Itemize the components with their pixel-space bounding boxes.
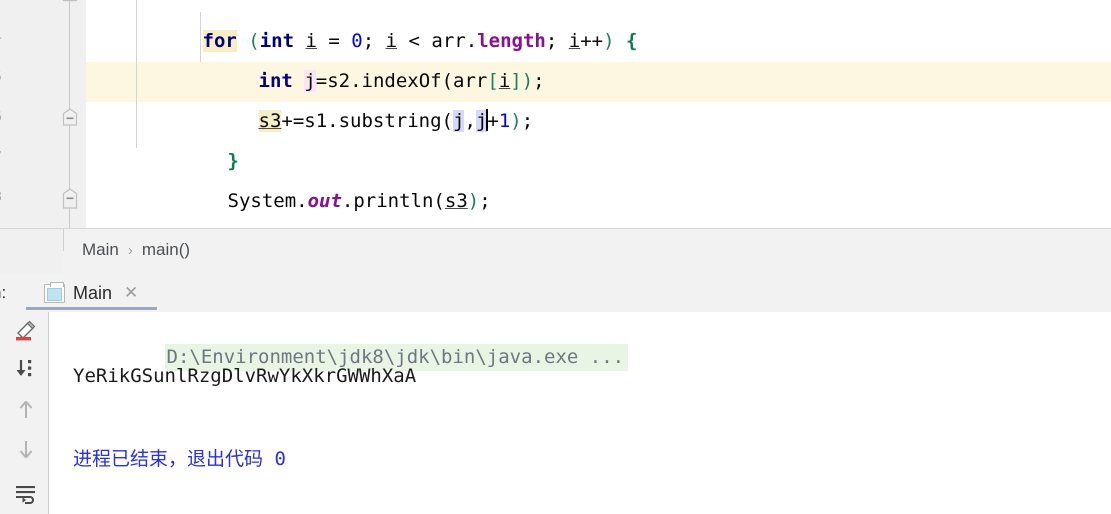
code-line[interactable]: System.out.println(s3); xyxy=(86,141,1111,212)
line-number-column: 3 4 5 6 7 8 xyxy=(0,0,18,228)
run-tab-bar: n: Main ✕ xyxy=(0,274,1111,312)
run-tab-label: Main xyxy=(73,282,113,303)
code-line-active[interactable]: s3+=s1.substring(j,j+1); xyxy=(86,61,1111,132)
breadcrumb[interactable]: Main › main() xyxy=(82,240,190,260)
active-tab-indicator xyxy=(26,307,157,310)
code-line[interactable]: int j=s2.indexOf(arr[i]); xyxy=(86,21,1111,92)
breadcrumb-class[interactable]: Main xyxy=(82,240,119,259)
code-line[interactable]: for (int i = 0; i < arr.length; i++) { xyxy=(86,0,1111,52)
run-window-label: n: xyxy=(0,283,7,302)
scroll-to-end-icon[interactable] xyxy=(13,356,39,382)
run-tool-window: n: Main ✕ xyxy=(0,274,1111,514)
run-tab-main[interactable]: Main ✕ xyxy=(36,278,146,308)
code-folding-rail[interactable] xyxy=(60,0,80,228)
fold-marker-icon[interactable] xyxy=(61,108,79,128)
run-configuration-icon xyxy=(44,281,65,303)
console-output[interactable]: D:\Environment\jdk8\jdk\bin\java.exe ...… xyxy=(49,312,1111,514)
breadcrumb-gutter-area xyxy=(0,229,63,276)
breadcrumb-separator-icon: › xyxy=(127,242,133,259)
close-icon[interactable]: ✕ xyxy=(124,283,138,303)
breadcrumb-bar: Main › main() xyxy=(0,228,1111,276)
editor-gutter[interactable]: 3 4 5 6 7 8 xyxy=(0,0,86,228)
console-toolbar[interactable] xyxy=(0,312,49,514)
soft-wrap-icon[interactable] xyxy=(13,480,39,506)
code-line[interactable]: } xyxy=(86,181,1111,221)
breadcrumb-divider xyxy=(63,229,64,251)
console-stdout-line: YeRikGSunlRzgDlvRwYkXkrGWWhXaA xyxy=(73,365,417,387)
clear-all-icon[interactable] xyxy=(13,318,39,344)
up-arrow-icon[interactable] xyxy=(13,397,39,423)
down-arrow-icon[interactable] xyxy=(13,437,39,463)
breadcrumb-method[interactable]: main() xyxy=(142,240,190,259)
ide-window: 3 4 5 6 7 8 xyxy=(0,0,1111,514)
code-editor[interactable]: 3 4 5 6 7 8 xyxy=(0,0,1111,228)
fold-marker-icon[interactable] xyxy=(61,188,79,209)
console-exit-message: 进程已结束，退出代码 0 xyxy=(73,448,286,470)
code-line[interactable]: } xyxy=(86,101,1111,172)
fold-marker-icon[interactable] xyxy=(61,0,79,8)
code-content[interactable]: for (int i = 0; i < arr.length; i++) { i… xyxy=(86,0,1111,228)
